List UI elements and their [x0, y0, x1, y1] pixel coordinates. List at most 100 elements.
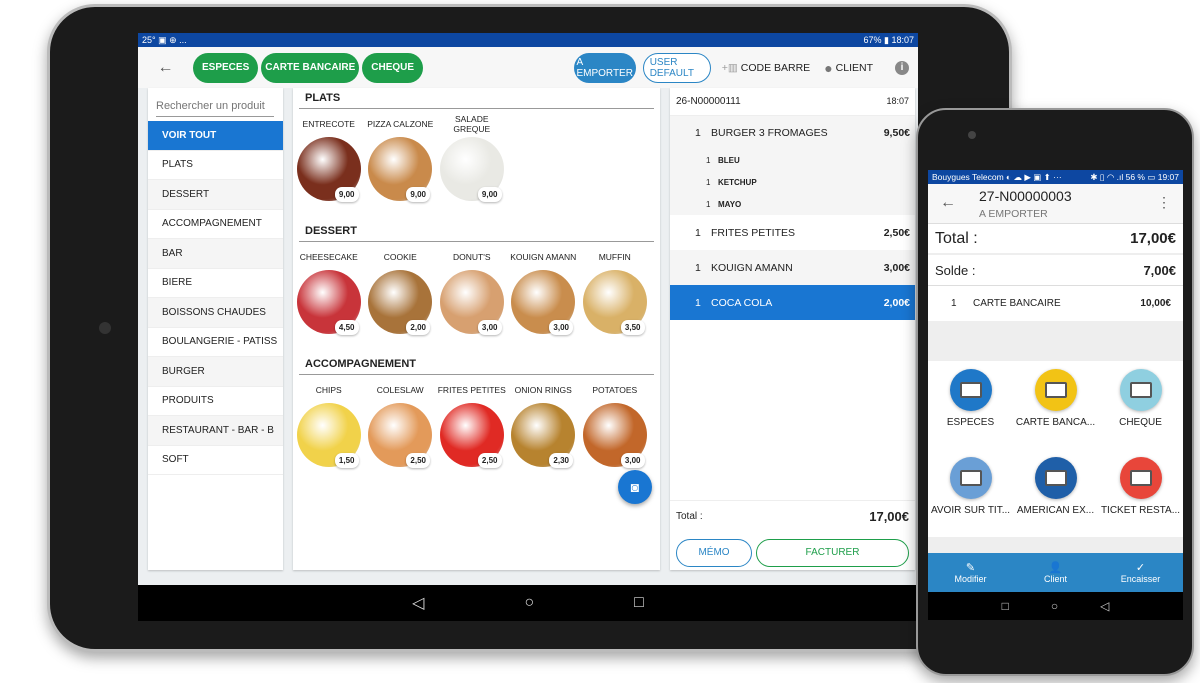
- product-tile[interactable]: SALADE GREQUE 9,00: [436, 113, 508, 221]
- back-arrow-icon[interactable]: ←: [138, 59, 193, 77]
- payment-button[interactable]: CHEQUE: [362, 52, 424, 83]
- category-item[interactable]: BURGER: [148, 357, 283, 387]
- ticket-line[interactable]: 1 KOUIGN AMANN 3,00€: [670, 250, 915, 285]
- product-tile[interactable]: DONUT'S 3,00: [436, 246, 508, 354]
- category-item[interactable]: VOIR TOUT: [148, 121, 283, 151]
- product-panel: PLATS ENTRECOTE 9,00 PIZZA CALZONE 9,00 SALAD…: [293, 88, 660, 570]
- ticket-time: 18:07: [886, 96, 909, 106]
- section-title: PLATS: [299, 88, 654, 109]
- product-price: 9,00: [334, 187, 359, 202]
- nav-back-icon[interactable]: ◁: [1100, 599, 1109, 613]
- ticket-line[interactable]: 1 COCA COLA 2,00€: [670, 285, 915, 320]
- product-name: COLESLAW: [376, 385, 424, 395]
- camera-icon[interactable]: ◙: [618, 470, 652, 504]
- person-icon: ●: [824, 59, 833, 76]
- product-name: DONUT'S: [452, 252, 491, 262]
- more-vert-icon[interactable]: ⋮: [1157, 194, 1171, 211]
- product-row: CHEESECAKE 4,50 COOKIE 2,00 DONUT'S 3,00 KOUIG…: [293, 242, 660, 354]
- search-input[interactable]: [156, 96, 274, 117]
- card-icon: [959, 470, 982, 486]
- ticket-line[interactable]: 1 FRITES PETITES 2,50€: [670, 215, 915, 250]
- barcode-button[interactable]: +▥ CODE BARRE: [722, 62, 811, 74]
- category-item[interactable]: BAR: [148, 239, 283, 269]
- modifier-qty: 1: [706, 177, 711, 187]
- bottom-nav-client[interactable]: 👤 Client: [1013, 553, 1098, 592]
- modifier-qty: 1: [706, 155, 711, 165]
- category-item[interactable]: PRODUITS: [148, 387, 283, 416]
- nav-home-icon[interactable]: ○: [524, 594, 534, 612]
- product-tile[interactable]: COLESLAW 2,50: [365, 379, 437, 487]
- status-bar: 25° ▣ ⊕ ... 67% ▮ 18:07: [138, 33, 918, 47]
- payment-method[interactable]: CHEQUE: [1098, 365, 1183, 453]
- product-tile[interactable]: CHEESECAKE 4,50: [293, 246, 365, 354]
- category-panel: VOIR TOUTPLATSDESSERTACCOMPAGNEMENTBARBI…: [148, 88, 283, 570]
- product-name: FRITES PETITES: [437, 385, 506, 395]
- payment-method-icon: [1119, 369, 1162, 411]
- section-title: ACCOMPAGNEMENT: [299, 354, 654, 375]
- payment-method[interactable]: AMERICAN EX...: [1013, 453, 1098, 541]
- product-tile[interactable]: COOKIE 2,00: [365, 246, 437, 354]
- ticket-number: 26-N00000111: [676, 96, 741, 107]
- product-price: 4,50: [334, 320, 359, 335]
- product-tile[interactable]: FRITES PETITES 2,50: [436, 379, 508, 487]
- line-name: FRITES PETITES: [711, 226, 796, 239]
- card-icon: [1129, 470, 1152, 486]
- product-name: POTATOES: [592, 385, 638, 395]
- category-item[interactable]: BOISSONS CHAUDES: [148, 298, 283, 328]
- payment-amount: 10,00€: [1140, 298, 1171, 309]
- category-item[interactable]: BOULANGERIE - PATISS: [148, 328, 283, 357]
- nav-recents-icon[interactable]: □: [1002, 599, 1009, 613]
- modifier-qty: 1: [706, 199, 711, 209]
- payment-method[interactable]: AVOIR SUR TIT...: [928, 453, 1013, 541]
- tablet-camera: [99, 322, 111, 334]
- ticket-panel: 26-N00000111 18:07 1 BURGER 3 FROMAGES 9,50…: [670, 88, 915, 570]
- product-tile[interactable]: MUFFIN 3,50: [579, 246, 651, 354]
- payment-method-label: AVOIR SUR TIT...: [930, 505, 1011, 516]
- phone-screen: Bouygues Telecom ◐ ☁ ▶ ▣ ⬆ ··· ✱ ▯ ◠ .ıl …: [928, 170, 1183, 592]
- nav-recents-icon[interactable]: □: [634, 594, 644, 612]
- product-price: 2,50: [406, 453, 430, 468]
- product-tile[interactable]: CHIPS 1,50: [293, 379, 365, 487]
- payment-button[interactable]: ESPECES: [193, 52, 259, 83]
- category-item[interactable]: DESSERT: [148, 180, 283, 210]
- section-title: DESSERT: [299, 221, 654, 242]
- category-item[interactable]: BIERE: [148, 269, 283, 298]
- product-tile[interactable]: KOUIGN AMANN 3,00: [508, 246, 580, 354]
- product-tile[interactable]: ENTRECOTE 9,00: [293, 113, 365, 221]
- category-item[interactable]: SOFT: [148, 446, 283, 475]
- total-label: Total :: [676, 511, 703, 522]
- category-item[interactable]: PLATS: [148, 151, 283, 180]
- product-price: 1,50: [334, 453, 359, 468]
- takeaway-button[interactable]: A EMPORTER: [573, 52, 636, 83]
- info-icon[interactable]: i: [895, 60, 909, 75]
- payment-method-label: CHEQUE: [1119, 417, 1162, 428]
- back-arrow-icon[interactable]: ←: [940, 194, 956, 212]
- barcode-icon: +▥: [721, 61, 738, 74]
- bottom-nav-modifier[interactable]: ✎ Modifier: [928, 553, 1013, 592]
- category-item[interactable]: ACCOMPAGNEMENT: [148, 210, 283, 239]
- modifier-name: BLEU: [718, 155, 740, 165]
- payment-method[interactable]: ESPECES: [928, 365, 1013, 453]
- payment-method[interactable]: TICKET RESTA...: [1098, 453, 1183, 541]
- nav-back-icon[interactable]: ◁: [412, 593, 424, 613]
- payment-button[interactable]: CARTE BANCAIRE: [261, 52, 360, 83]
- bottom-nav-encaisser[interactable]: ✓ Encaisser: [1098, 553, 1183, 592]
- client-button[interactable]: ● CLIENT: [824, 60, 873, 76]
- payment-method-label: ESPECES: [946, 417, 995, 428]
- ticket-line[interactable]: 1 BURGER 3 FROMAGES 9,50€: [670, 116, 915, 149]
- payment-method-icon: [949, 369, 992, 411]
- order-mode: A EMPORTER: [979, 208, 1048, 220]
- phone-status-bar: Bouygues Telecom ◐ ☁ ▶ ▣ ⬆ ··· ✱ ▯ ◠ .ıl …: [928, 170, 1183, 184]
- card-icon: [1129, 382, 1152, 398]
- memo-button[interactable]: MÉMO: [676, 539, 752, 567]
- user-button[interactable]: USER DEFAULT: [642, 52, 711, 83]
- product-tile[interactable]: ONION RINGS 2,30: [508, 379, 580, 487]
- product-price: 9,00: [406, 187, 430, 202]
- payment-line[interactable]: 1 CARTE BANCAIRE 10,00€: [928, 286, 1183, 321]
- invoice-button[interactable]: FACTURER: [756, 539, 909, 567]
- category-item[interactable]: RESTAURANT - BAR - B: [148, 416, 283, 446]
- product-tile[interactable]: PIZZA CALZONE 9,00: [365, 113, 437, 221]
- payment-method[interactable]: CARTE BANCA...: [1013, 365, 1098, 453]
- nav-home-icon[interactable]: ○: [1051, 599, 1058, 613]
- person-icon: 👤: [1048, 562, 1063, 574]
